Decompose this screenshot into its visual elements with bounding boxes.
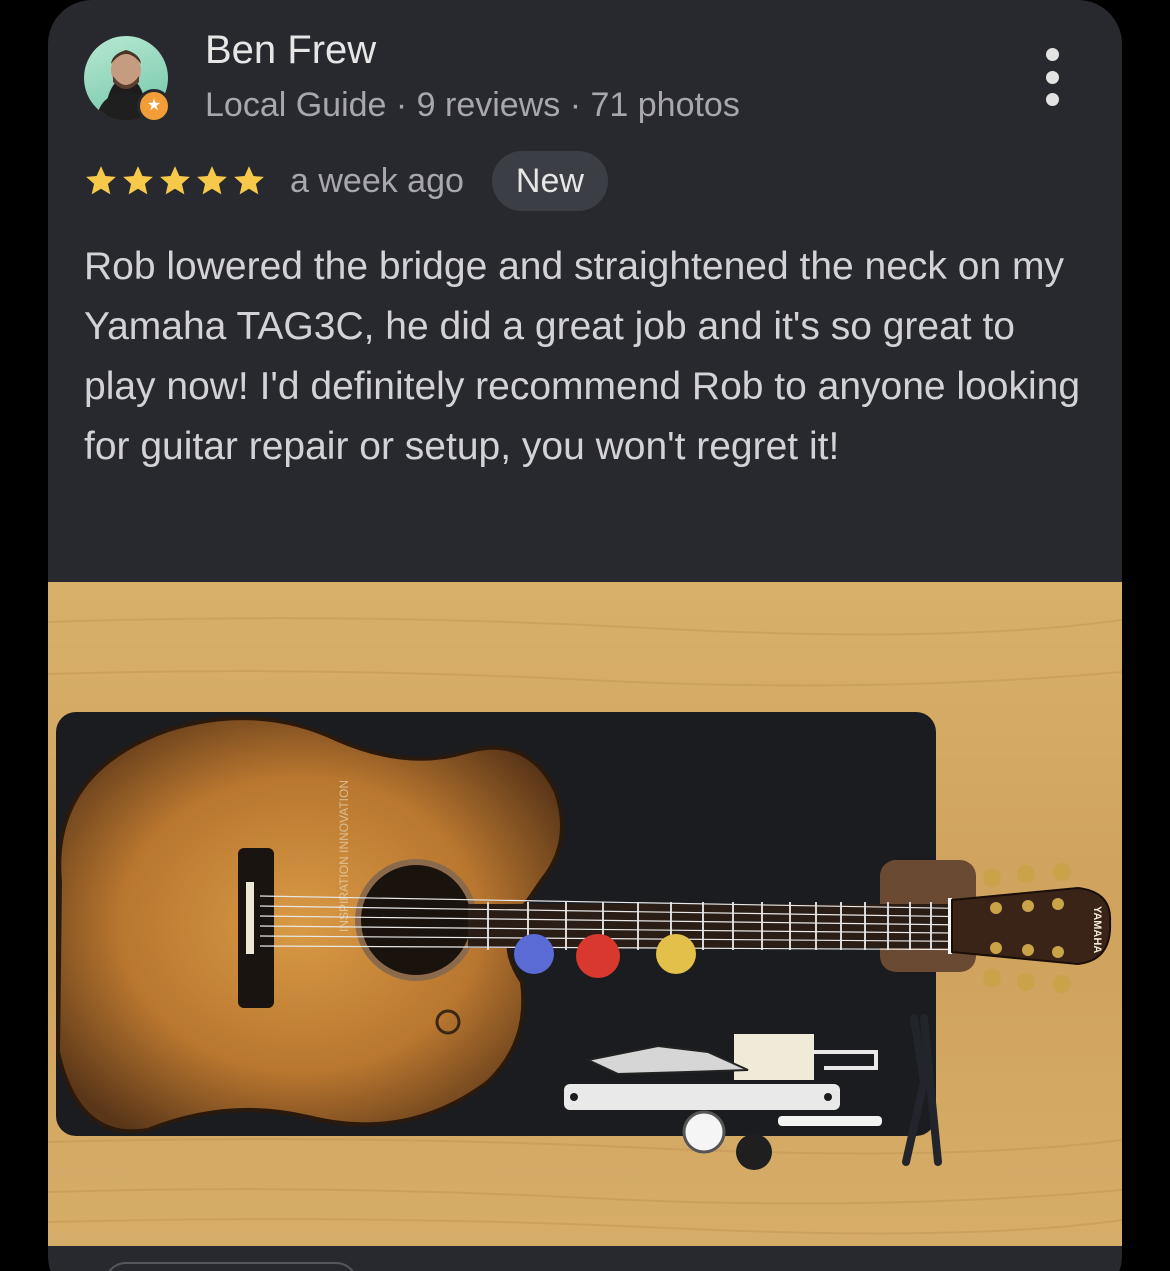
star-rating xyxy=(84,164,266,198)
guitar-label-text: INSPIRATION INNOVATION xyxy=(337,780,351,932)
guitar-photo: INSPIRATION INNOVATION YAMAHA xyxy=(48,582,1122,1246)
star-icon xyxy=(160,166,190,195)
review-photo[interactable]: INSPIRATION INNOVATION YAMAHA xyxy=(48,582,1122,1246)
rating-row: a week ago New xyxy=(84,150,608,212)
more-vert-icon-dot xyxy=(1045,93,1059,106)
headstock-brand-text: YAMAHA xyxy=(1091,906,1103,953)
review-card: ★ Ben Frew Local Guide · 9 reviews · 71 … xyxy=(48,0,1122,1271)
bottom-action-chip[interactable] xyxy=(104,1262,358,1271)
new-badge: New xyxy=(491,151,608,211)
reviewer-meta[interactable]: Local Guide · 9 reviews · 71 photos xyxy=(205,86,740,125)
more-vert-icon-dot xyxy=(1045,70,1059,84)
local-guide-star-icon: ★ xyxy=(137,89,171,123)
page: ★ Ben Frew Local Guide · 9 reviews · 71 … xyxy=(0,0,1170,1271)
more-vert-icon xyxy=(1045,48,1059,61)
star-icon xyxy=(234,166,264,195)
star-icon xyxy=(86,166,116,195)
review-time: a week ago xyxy=(290,161,464,200)
reviewer-name[interactable]: Ben Frew xyxy=(205,28,376,73)
review-text: Rob lowered the bridge and straightened … xyxy=(84,245,1081,468)
star-icon xyxy=(123,166,153,195)
more-options-button[interactable] xyxy=(1032,48,1072,106)
star-icon xyxy=(197,166,227,195)
